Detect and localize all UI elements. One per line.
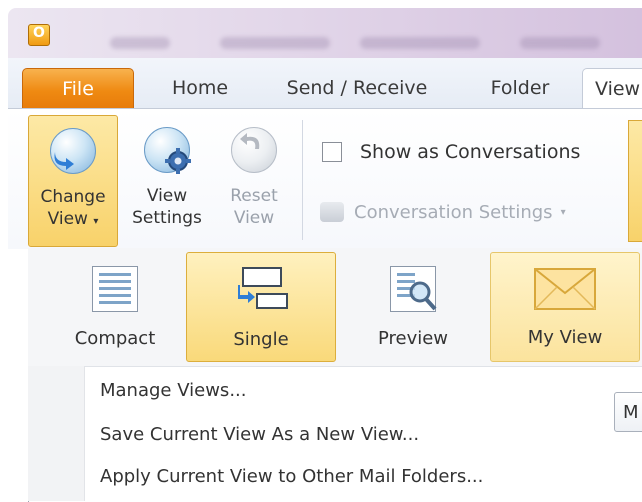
gallery-item-label: Single (233, 329, 289, 350)
gallery-item-label: Compact (74, 328, 156, 349)
quick-access-blur-2 (220, 37, 330, 49)
view-settings-button[interactable]: View Settings (122, 115, 212, 245)
gallery-item-my-view[interactable]: My View (490, 252, 640, 362)
chevron-down-icon: ▾ (93, 216, 99, 227)
quick-access-blur-1 (110, 37, 170, 49)
outlook-app-icon[interactable]: O (28, 24, 50, 46)
preview-view-icon (390, 266, 437, 312)
show-as-conversations-label: Show as Conversations (360, 141, 581, 163)
envelope-icon (533, 267, 597, 311)
app-icon-letter: O (33, 25, 45, 41)
reset-view-label-line2: View (233, 208, 275, 228)
menu-item-manage-views[interactable]: Manage Views... (100, 380, 246, 401)
menu-item-apply-view[interactable]: Apply Current View to Other Mail Folders… (100, 466, 483, 487)
reset-view-button[interactable]: Reset View (214, 115, 294, 245)
tab-file[interactable]: File (22, 68, 134, 109)
gallery-item-label: Preview (377, 328, 449, 349)
tab-view[interactable]: View (582, 68, 642, 108)
menu-item-label: Save Current View As a New View... (100, 424, 420, 445)
conversation-settings-button[interactable]: Conversation Settings ▾ (320, 196, 566, 228)
tab-send-receive[interactable]: Send / Receive (262, 68, 452, 108)
compact-view-icon (92, 266, 138, 312)
gallery-item-label: My View (527, 327, 603, 348)
view-settings-label-line2: Settings (132, 208, 202, 228)
show-as-conversations-checkbox-row[interactable]: Show as Conversations (322, 136, 580, 168)
tab-home[interactable]: Home (150, 68, 250, 108)
single-view-icon (238, 267, 288, 313)
change-view-button[interactable]: Change View ▾ (28, 115, 118, 247)
menu-item-label: Apply Current View to Other Mail Folders… (100, 466, 484, 487)
quick-access-blur-4 (520, 37, 600, 49)
title-bar (8, 8, 642, 58)
gallery-item-compact[interactable]: Compact (40, 252, 190, 362)
reset-view-label-line1: Reset (230, 186, 278, 206)
partial-side-button[interactable]: M (614, 392, 642, 432)
conversation-settings-label: Conversation Settings (354, 201, 553, 223)
change-view-label-line2: View (47, 209, 88, 229)
show-as-conversations-checkbox[interactable] (322, 142, 342, 162)
partial-side-button-label: M (623, 401, 639, 423)
menu-item-save-view[interactable]: Save Current View As a New View... (100, 424, 419, 445)
view-settings-label-line1: View (146, 186, 188, 206)
reset-view-icon (227, 123, 281, 177)
menu-item-label: Manage Views... (100, 380, 247, 401)
next-group-button-edge[interactable] (628, 120, 642, 242)
tab-folder[interactable]: Folder (470, 68, 570, 108)
view-settings-icon (140, 123, 194, 177)
change-view-icon (46, 124, 100, 178)
gallery-item-preview[interactable]: Preview (338, 252, 488, 362)
chevron-down-icon: ▾ (560, 206, 566, 218)
change-view-label-line1: Change (40, 187, 106, 207)
gallery-item-single[interactable]: Single (186, 252, 336, 362)
ribbon-separator (302, 120, 303, 240)
quick-access-blur-3 (360, 37, 480, 49)
conversation-settings-icon (320, 202, 344, 222)
menu-icon-rail (28, 366, 85, 501)
